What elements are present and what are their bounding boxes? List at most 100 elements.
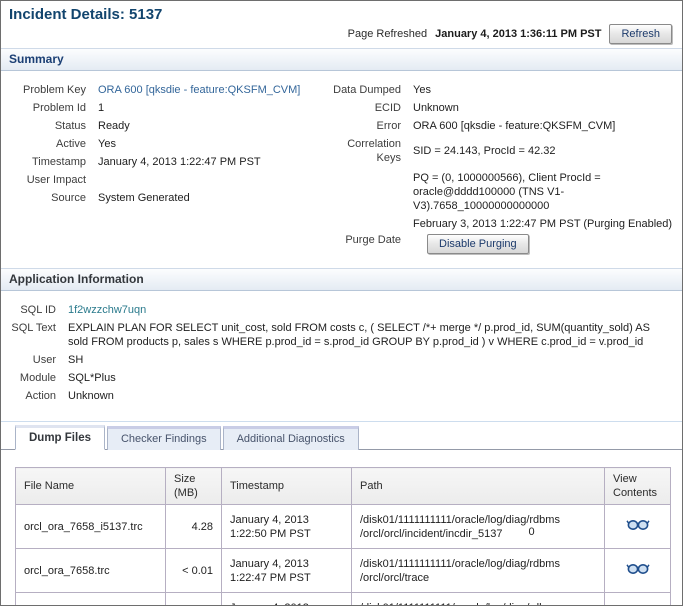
user-impact-label: User Impact [26,174,86,186]
tab-checker-findings[interactable]: Checker Findings [106,426,221,450]
timestamp-cell: January 4, 2013 1:22:47 PM PST [221,548,352,593]
eyeglasses-icon[interactable] [625,518,650,535]
active-label: Active [56,138,86,150]
page-header: Incident Details: 5137 Page Refreshed Ja… [1,1,682,44]
table-row: orcl_m000_8100_i5137_a.trc < 0.01 Januar… [15,592,671,606]
action-value: Unknown [68,390,114,402]
ecid-field: ECID Unknown [331,101,681,115]
file-name-cell: orcl_m000_8100_i5137_a.trc [15,592,166,605]
status-field: Status Ready [1,119,331,133]
column-header-file-name: File Name [15,467,166,505]
correlation-keys-value2: PQ = (0, 1000000566), Client ProcId = or… [413,172,601,212]
correlation-keys-label: Correlation Keys [347,138,401,164]
problem-key-label: Problem Key [23,84,86,96]
application-information-heading: Application Information [1,268,682,291]
user-label: User [32,354,56,366]
timestamp-cell: January 4, 2013 1:22:50 PM PST [221,592,352,605]
purge-date-value-wrap: February 3, 2013 1:22:47 PM PST (Purging… [413,217,681,254]
path-cell: /disk01/1111111111/oracle/log/diag/rdbms… [351,504,605,549]
source-label: Source [51,192,86,204]
column-header-path: Path [351,467,605,505]
source-field: Source System Generated [1,191,331,205]
application-information-section: SQL ID 1f2wzzchw7uqn SQL Text EXPLAIN PL… [1,291,682,415]
file-name-cell: orcl_ora_7658.trc [15,548,166,593]
source-value: System Generated [98,192,190,204]
status-label: Status [54,120,86,132]
disable-purging-button[interactable]: Disable Purging [427,234,529,254]
view-contents-cell [604,504,671,549]
error-value: ORA 600 [qksdie - feature:QKSFM_CVM] [413,120,616,132]
path-cell: /disk01/1111111111/oracle/log/diag/rdbms… [351,548,605,593]
summary-left-column: Problem Key ORA 600 [qksdie - feature:QK… [1,79,331,258]
correlation-keys-value: SID = 24.143, ProcId = 42.32 [413,145,556,157]
timestamp-cell: January 4, 2013 1:22:50 PM PST [221,504,352,549]
table-row: orcl_ora_7658.trc < 0.01 January 4, 2013… [15,548,671,593]
view-contents-cell [604,548,671,593]
path-line2: /orcl/orcl/incident/incdir_5137 [360,527,503,540]
timestamp-value: January 4, 2013 1:22:47 PM PST [98,156,261,168]
module-field: Module SQL*Plus [1,371,672,385]
file-name-cell: orcl_ora_7658_i5137.trc [15,504,166,549]
ecid-value: Unknown [413,102,459,114]
page-refreshed-label: Page Refreshed [347,28,428,40]
error-label: Error [376,120,401,132]
module-label: Module [19,372,56,384]
path-line2-wrap: /orcl/orcl/trace [360,571,596,585]
action-label: Action [25,390,56,402]
column-header-timestamp: Timestamp [221,467,352,505]
summary-right-column: Data Dumped Yes ECID Unknown Error ORA 6… [331,79,682,258]
problem-id-label: Problem Id [32,102,86,114]
column-header-size-mb: Size (MB) [165,467,222,505]
tab-dump-files[interactable]: Dump Files [15,425,105,450]
page-title: Incident Details: 5137 [9,6,163,23]
path-line2: /orcl/orcl/trace [360,571,430,584]
problem-key-value[interactable]: ORA 600 [qksdie - feature:QKSFM_CVM] [98,83,300,97]
ecid-label: ECID [374,102,401,114]
purge-date-value: February 3, 2013 1:22:47 PM PST (Purging… [413,218,673,230]
module-value: SQL*Plus [68,372,116,384]
page-refreshed-time: January 4, 2013 1:36:11 PM PST [435,28,602,40]
size-cell: < 0.01 [165,548,222,593]
column-header-view-contents: View Contents [604,467,671,505]
sql-text-label: SQL Text [11,322,56,334]
data-dumped-value: Yes [413,84,431,96]
path-cell: /disk01/1111111111/oracle/log/diag/rdbms… [351,592,605,606]
user-value: SH [68,354,84,366]
data-dumped-field: Data Dumped Yes [331,83,681,97]
status-value: Ready [98,120,130,132]
refresh-row: Page Refreshed January 4, 2013 1:36:11 P… [9,24,674,44]
path-line1: /disk01/1111111111/oracle/log/diag/rdbms [360,557,560,570]
path-note: 0 [528,525,535,538]
tab-additional-diagnostics[interactable]: Additional Diagnostics [222,426,359,450]
incident-details-page: Incident Details: 5137 Page Refreshed Ja… [0,0,683,606]
data-dumped-label: Data Dumped [333,84,401,96]
problem-id-value: 1 [98,102,105,114]
active-field: Active Yes [1,137,331,151]
sql-id-value[interactable]: 1f2wzzchw7uqn [68,303,146,317]
purge-date-field: Purge Date February 3, 2013 1:22:47 PM P… [331,217,681,254]
sql-id-field: SQL ID 1f2wzzchw7uqn [1,303,672,317]
size-cell: < 0.01 [165,592,222,605]
size-cell: 4.28 [165,504,222,549]
user-impact-field: User Impact [1,173,331,187]
problem-key-field: Problem Key ORA 600 [qksdie - feature:QK… [1,83,331,97]
user-field: User SH [1,353,672,367]
path-line1: /disk01/1111111111/oracle/log/diag/rdbms [360,601,596,606]
path-line1: /disk01/1111111111/oracle/log/diag/rdbms [360,513,560,526]
summary-heading: Summary [1,48,682,71]
refresh-button[interactable]: Refresh [609,24,672,44]
sql-id-label: SQL ID [20,304,56,316]
problem-id-field: Problem Id 1 [1,101,331,115]
view-contents-cell [604,592,671,605]
eyeglasses-icon[interactable] [625,562,650,579]
active-value: Yes [98,138,116,150]
table-header-row: File Name Size (MB) Timestamp Path View … [15,467,671,505]
tabs-divider [1,421,682,422]
dump-files-table: File Name Size (MB) Timestamp Path View … [15,467,671,606]
error-field: Error ORA 600 [qksdie - feature:QKSFM_CV… [331,119,681,133]
correlation-keys-field: Correlation Keys SID = 24.143, ProcId = … [331,137,681,165]
timestamp-label: Timestamp [32,156,86,168]
sql-text-value: EXPLAIN PLAN FOR SELECT unit_cost, sold … [68,322,650,348]
timestamp-field: Timestamp January 4, 2013 1:22:47 PM PST [1,155,331,169]
sql-text-field: SQL Text EXPLAIN PLAN FOR SELECT unit_co… [1,321,672,349]
